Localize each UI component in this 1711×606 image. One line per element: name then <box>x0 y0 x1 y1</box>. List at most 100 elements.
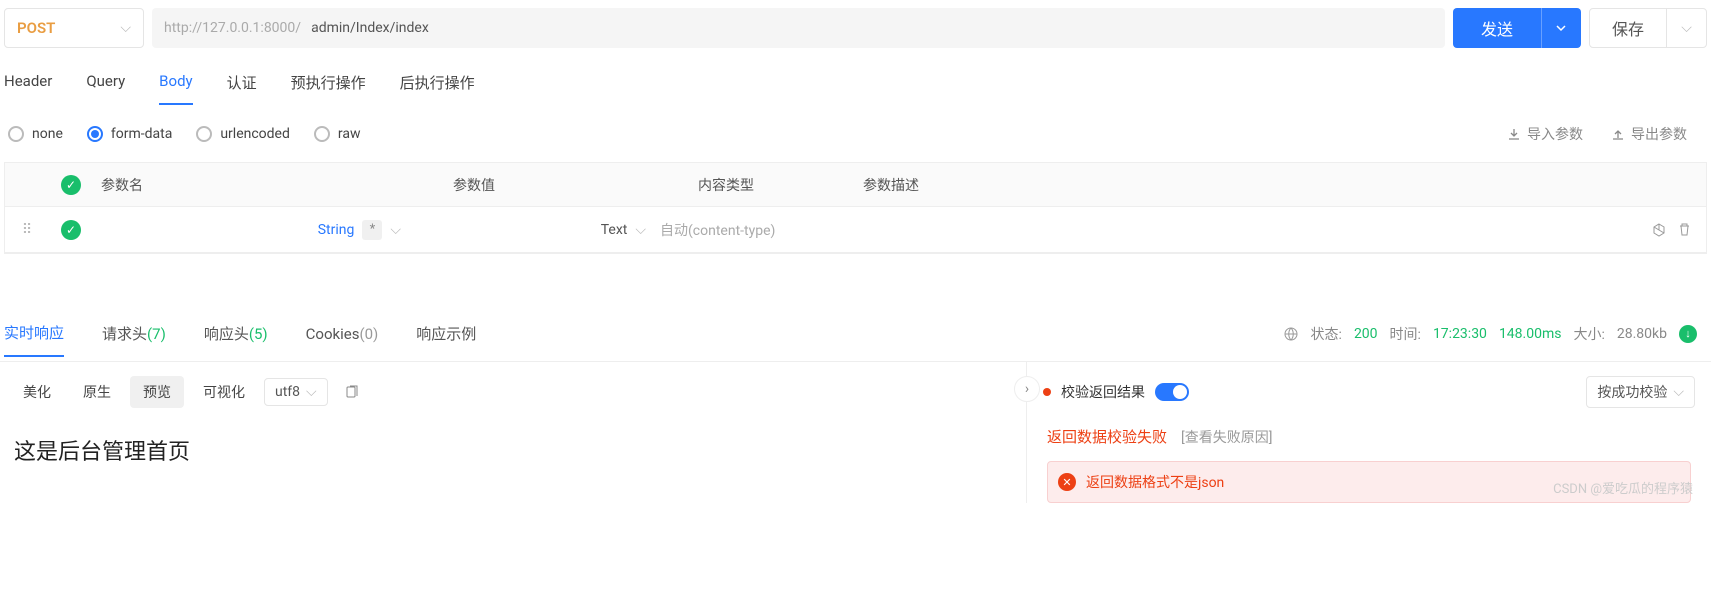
size-value: 28.80kb <box>1617 326 1667 342</box>
collapse-button[interactable]: › <box>1014 376 1040 402</box>
success-label: 按成功校验 <box>1597 382 1667 402</box>
response-left: 美化 原生 预览 可视化 utf8⌵ 这是后台管理首页 <box>0 361 1026 503</box>
th-check[interactable]: ✓ <box>49 175 93 195</box>
send-dropdown[interactable] <box>1541 8 1581 48</box>
params-table: ✓ 参数名 参数值 内容类型 参数描述 ⠿ ✓ String * ⌵ Text … <box>4 162 1707 254</box>
download-icon <box>1507 127 1521 141</box>
encoding-select[interactable]: utf8⌵ <box>264 378 328 406</box>
tab-resp-headers[interactable]: 响应头(5) <box>204 311 268 356</box>
tab-prerequest[interactable]: 预执行操作 <box>291 62 366 105</box>
chevron-down-icon[interactable]: ⌵ <box>635 222 646 238</box>
method-text: POST <box>17 19 55 37</box>
th-ctype: 内容类型 <box>698 175 863 195</box>
radio-circle-icon <box>196 126 212 142</box>
chevron-down-icon: ⌵ <box>306 384 317 400</box>
response-tabs: 实时响应 请求头(7) 响应头(5) Cookies(0) 响应示例 <box>4 310 476 357</box>
tab-body[interactable]: Body <box>159 62 192 105</box>
tab-cookies[interactable]: Cookies(0) <box>306 313 379 355</box>
tab-query[interactable]: Query <box>86 62 125 105</box>
drag-handle[interactable]: ⠿ <box>5 222 49 238</box>
radio-urlencoded[interactable]: urlencoded <box>196 126 290 142</box>
method-select[interactable]: POST ⌵ <box>4 8 144 48</box>
tab-postrequest[interactable]: 后执行操作 <box>400 62 475 105</box>
tab-label: Cookies <box>306 325 360 343</box>
radio-label: raw <box>338 126 361 142</box>
subtab-raw[interactable]: 原生 <box>70 376 124 408</box>
radio-label: none <box>32 126 63 142</box>
url-path: admin/Index/index <box>311 20 429 36</box>
subtab-visualize[interactable]: 可视化 <box>190 376 258 408</box>
row-check[interactable]: ✓ <box>49 220 93 240</box>
tab-label: 响应头 <box>204 325 249 343</box>
validation-label: 校验返回结果 <box>1061 382 1145 402</box>
th-desc: 参数描述 <box>863 175 1706 195</box>
check-icon: ✓ <box>61 220 81 240</box>
download-icon[interactable]: ↓ <box>1679 325 1697 343</box>
url-input[interactable]: http://127.0.0.1:8000/ admin/Index/index <box>152 8 1445 48</box>
radio-form-data[interactable]: form-data <box>87 126 172 142</box>
fail-title: 返回数据校验失败 <box>1047 426 1167 447</box>
tab-auth[interactable]: 认证 <box>227 62 257 105</box>
validation-panel: › 校验返回结果 按成功校验⌵ 返回数据校验失败 [查看失败原因] ✕ 返回数据… <box>1026 361 1711 503</box>
error-icon: ✕ <box>1058 473 1076 491</box>
type-label: String <box>318 222 355 238</box>
request-tabs: Header Query Body 认证 预执行操作 后执行操作 <box>0 62 1711 106</box>
status-dot-icon <box>1043 388 1051 396</box>
import-params[interactable]: 导入参数 <box>1507 124 1583 144</box>
param-value-cell[interactable]: Text ⌵ <box>409 222 654 238</box>
copy-icon[interactable] <box>344 384 360 400</box>
required-star-icon: * <box>362 220 382 240</box>
cube-icon[interactable] <box>1651 222 1667 238</box>
tab-req-headers[interactable]: 请求头(7) <box>102 311 166 356</box>
subtab-beautify[interactable]: 美化 <box>10 376 64 408</box>
radio-circle-icon <box>314 126 330 142</box>
radio-raw[interactable]: raw <box>314 126 361 142</box>
radio-none[interactable]: none <box>8 126 63 142</box>
fail-link[interactable]: [查看失败原因] <box>1181 427 1272 447</box>
th-name: 参数名 <box>93 175 453 195</box>
tab-realtime[interactable]: 实时响应 <box>4 310 64 357</box>
export-params[interactable]: 导出参数 <box>1611 124 1687 144</box>
size-label: 大小: <box>1573 324 1604 344</box>
radio-circle-icon <box>8 126 24 142</box>
radio-label: urlencoded <box>220 126 290 142</box>
url-prefix: http://127.0.0.1:8000/ <box>164 20 301 36</box>
validation-header: 校验返回结果 按成功校验⌵ <box>1027 362 1711 422</box>
error-message: 返回数据格式不是json <box>1086 472 1224 492</box>
content-type-cell[interactable]: 自动(content-type) <box>654 220 819 240</box>
chevron-down-icon: ⌵ <box>120 20 131 36</box>
save-button-label[interactable]: 保存 <box>1590 9 1666 47</box>
time-label: 时间: <box>1390 324 1421 344</box>
count-badge: (0) <box>359 325 378 343</box>
th-value: 参数值 <box>453 175 698 195</box>
subtab-preview[interactable]: 预览 <box>130 376 184 408</box>
trash-icon[interactable] <box>1677 222 1692 237</box>
watermark: CSDN @爱吃瓜的程序猿 <box>1553 478 1693 497</box>
ctype-placeholder: 自动(content-type) <box>660 223 775 239</box>
chevron-down-icon[interactable]: ⌵ <box>390 222 401 238</box>
param-name-cell[interactable]: String * ⌵ <box>93 220 409 240</box>
tab-label: 请求头 <box>102 325 147 343</box>
radio-circle-icon <box>87 126 103 142</box>
body-type-row: none form-data urlencoded raw 导入参数 导出参数 <box>0 106 1711 162</box>
save-button[interactable]: 保存 ⌵ <box>1589 8 1707 48</box>
request-bar: POST ⌵ http://127.0.0.1:8000/ admin/Inde… <box>0 0 1711 56</box>
validation-mode-select[interactable]: 按成功校验⌵ <box>1586 376 1695 408</box>
save-dropdown[interactable]: ⌵ <box>1666 9 1706 47</box>
send-button[interactable]: 发送 <box>1453 8 1581 48</box>
send-button-label[interactable]: 发送 <box>1453 8 1541 48</box>
import-label: 导入参数 <box>1527 124 1583 144</box>
value-type-label: Text <box>601 222 628 238</box>
count-badge: (5) <box>249 325 268 343</box>
radio-label: form-data <box>111 126 172 142</box>
response-subtabs: 美化 原生 预览 可视化 utf8⌵ <box>0 362 1026 422</box>
response-tabs-row: 实时响应 请求头(7) 响应头(5) Cookies(0) 响应示例 状态: 2… <box>0 310 1711 357</box>
duration-value: 148.00ms <box>1499 326 1562 342</box>
table-header: ✓ 参数名 参数值 内容类型 参数描述 <box>5 163 1706 207</box>
validation-fail-line: 返回数据校验失败 [查看失败原因] <box>1027 422 1711 451</box>
tab-header[interactable]: Header <box>4 62 52 105</box>
validation-toggle[interactable] <box>1155 383 1189 401</box>
io-actions: 导入参数 导出参数 <box>1507 124 1703 144</box>
tab-example[interactable]: 响应示例 <box>416 311 476 356</box>
response-body-area: 美化 原生 预览 可视化 utf8⌵ 这是后台管理首页 › 校验返回结果 按成功… <box>0 361 1711 503</box>
